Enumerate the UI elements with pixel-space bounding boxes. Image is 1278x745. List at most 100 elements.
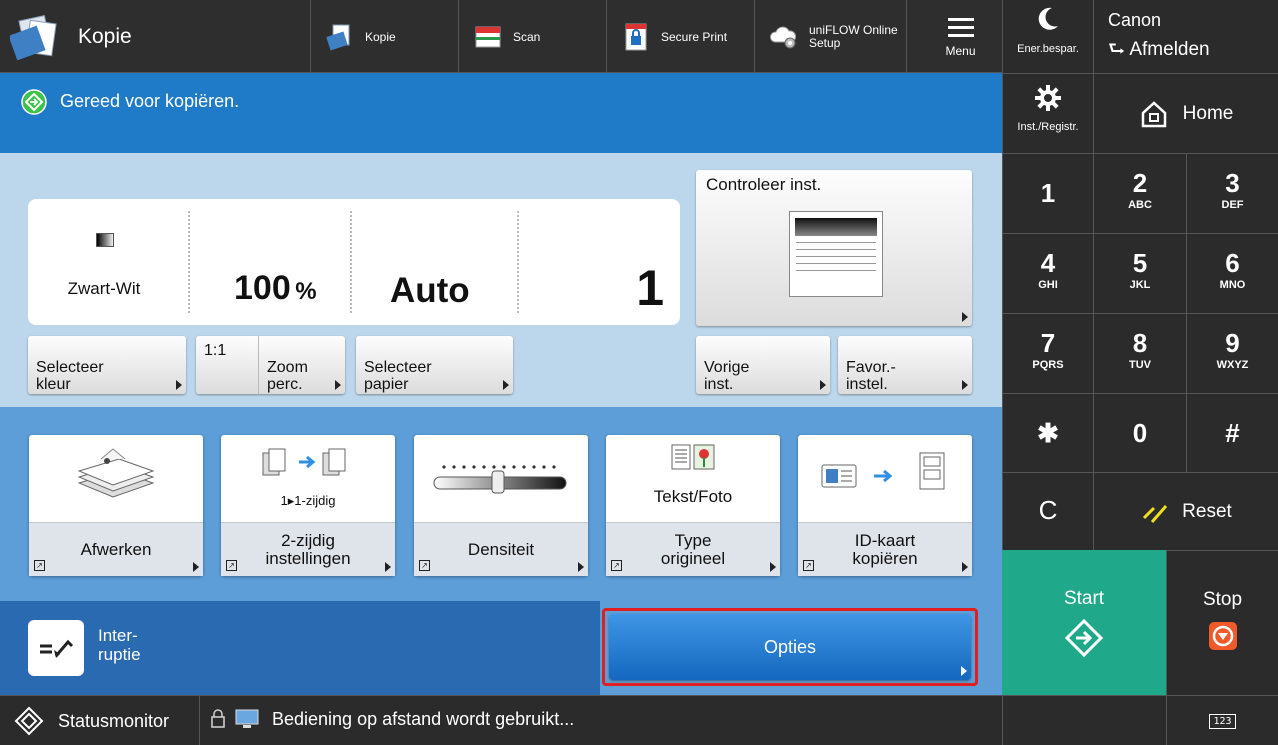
energy-saver-label: Ener.bespar. xyxy=(1017,43,1079,55)
shortcut-scan[interactable]: Scan xyxy=(458,0,606,73)
shortcut-secure-print-label: Secure Print xyxy=(661,29,728,44)
user-name: Canon xyxy=(1108,10,1162,30)
home-button[interactable]: Home xyxy=(1093,73,1278,153)
cloud-settings-icon xyxy=(769,26,797,48)
shortcut-secure-print[interactable]: Secure Print xyxy=(606,0,754,73)
copy-icon xyxy=(326,24,350,50)
bw-gradient-icon xyxy=(96,233,114,247)
keypad-key[interactable]: ✱ xyxy=(1002,393,1093,472)
remote-monitor-icon xyxy=(235,709,259,728)
status-monitor-icon xyxy=(14,706,44,736)
zoom-ratio-label: Zoom perc. xyxy=(267,359,308,393)
energy-saver-button[interactable]: Ener.bespar. xyxy=(1002,0,1093,73)
clear-button[interactable]: C xyxy=(1002,472,1093,550)
keypad-key[interactable]: 3 DEF xyxy=(1186,153,1278,233)
id-card-copy-button[interactable]: ID-kaart kopiëren ↗ xyxy=(798,435,972,576)
status-monitor-button[interactable]: Statusmonitor xyxy=(0,696,200,745)
interrupt-label: Inter- ruptie xyxy=(98,626,141,664)
select-paper-label: Selecteer papier xyxy=(364,359,432,393)
settings-summary: Zwart-Wit 100 % Auto 1 xyxy=(28,199,680,325)
chevron-right-icon xyxy=(335,380,341,390)
original-type-label: Type origineel xyxy=(660,530,726,568)
zoom-value: 100 % xyxy=(234,269,317,308)
logout-label: Afmelden xyxy=(1129,39,1210,60)
app-title: Kopie xyxy=(78,24,132,48)
user-logout-area[interactable]: Canon ⮑ Afmelden xyxy=(1093,0,1278,73)
interrupt-button[interactable]: Inter- ruptie xyxy=(28,620,168,676)
keypad-key-digit: 5 xyxy=(1132,248,1148,278)
one-to-one-button[interactable]: 1:1 xyxy=(196,336,259,394)
app-title-area: Kopie xyxy=(0,0,310,73)
keypad-key[interactable]: 2 ABC xyxy=(1093,153,1186,233)
id-card-copy-label-area: ID-kaart kopiëren xyxy=(798,522,972,576)
keypad-key[interactable]: 6 MNO xyxy=(1186,233,1278,313)
stop-button[interactable]: Stop xyxy=(1166,550,1278,695)
density-button[interactable]: Densiteit ↗ xyxy=(414,435,588,576)
settings-registration-label: Inst./Registr. xyxy=(1017,121,1079,133)
keypad-key-letters: WXYZ xyxy=(1216,359,1249,371)
start-button[interactable]: Start xyxy=(1002,550,1166,695)
reset-button[interactable]: Reset xyxy=(1093,472,1278,550)
top-bar: Kopie Kopie Scan Secure Print uniFLOW On… xyxy=(0,0,1002,73)
remote-status: Bediening op afstand wordt gebruikt... xyxy=(210,708,574,730)
keypad-key[interactable]: 0 xyxy=(1093,393,1186,472)
keypad-key[interactable]: # xyxy=(1186,393,1278,472)
settings-registration-button[interactable]: Inst./Registr. xyxy=(1002,73,1093,153)
start-icon xyxy=(1064,618,1104,658)
keypad-key[interactable]: 4 GHI xyxy=(1002,233,1093,313)
keypad-key[interactable]: 5 JKL xyxy=(1093,233,1186,313)
uniflow-label-line1: uniFLOW Online xyxy=(809,22,898,37)
two-sided-current: 1▸1-zijdig xyxy=(280,493,336,508)
one-to-one-label: 1:1 xyxy=(204,342,227,359)
preview-page-icon xyxy=(789,211,883,297)
chevron-right-icon xyxy=(962,312,968,322)
keypad-key-digit: 4 xyxy=(1040,248,1056,278)
shortcut-copy-label: Kopie xyxy=(365,29,396,44)
finishing-button[interactable]: Afwerken ↗ xyxy=(29,435,203,576)
chevron-right-icon xyxy=(176,380,182,390)
gear-icon xyxy=(1035,85,1061,111)
summary-divider xyxy=(517,211,519,313)
copy-app-icon xyxy=(10,14,57,60)
keypad-key-digit: 6 xyxy=(1225,248,1240,278)
clear-label: C xyxy=(1038,495,1058,525)
previous-settings-button[interactable]: Vorige inst. xyxy=(696,336,830,394)
two-sided-label: 2-zijdig instellingen xyxy=(265,530,351,568)
zoom-unit: % xyxy=(295,278,317,305)
keypad-key-digit: 8 xyxy=(1132,328,1148,358)
logout-icon: ⮑ xyxy=(1108,39,1126,60)
favorite-settings-button[interactable]: Favor.- instel. xyxy=(838,336,972,394)
reset-icon xyxy=(1143,504,1168,523)
id-card-copy-icon xyxy=(821,452,945,490)
remote-status-message: Bediening op afstand wordt gebruikt... xyxy=(272,708,575,729)
keypad-key[interactable]: 9 WXYZ xyxy=(1186,313,1278,393)
status-monitor-label: Statusmonitor xyxy=(58,710,170,731)
reset-label: Reset xyxy=(1182,500,1232,522)
original-type-button[interactable]: Tekst/Foto Type origineel ↗ xyxy=(606,435,780,576)
paper-value: Auto xyxy=(390,271,470,310)
two-sided-button[interactable]: 1▸1-zijdig 2-zijdig instellingen ↗ xyxy=(221,435,395,576)
check-settings-button[interactable]: Controleer inst. xyxy=(696,170,972,326)
density-slider-icon xyxy=(433,465,567,494)
select-color-button[interactable]: Selecteer kleur xyxy=(28,336,186,394)
keypad-key-letters: JKL xyxy=(1129,279,1151,291)
zoom-ratio-button[interactable]: Zoom perc. xyxy=(259,336,345,394)
select-paper-button[interactable]: Selecteer papier xyxy=(356,336,513,394)
color-mode-value: Zwart-Wit xyxy=(67,279,141,298)
shortcut-copy[interactable]: Kopie xyxy=(310,0,458,73)
menu-button[interactable]: Menu xyxy=(906,0,1002,73)
chevron-right-icon xyxy=(820,380,826,390)
options-label: Opties xyxy=(763,636,817,657)
keypad-key[interactable]: 8 TUV xyxy=(1093,313,1186,393)
density-label-area: Densiteit xyxy=(414,522,588,576)
keypad-key-letters: ABC xyxy=(1128,199,1152,211)
keyboard-button[interactable]: 123 xyxy=(1166,696,1278,745)
keypad-key-digit: 9 xyxy=(1225,328,1240,358)
keypad-key[interactable]: 1 xyxy=(1002,153,1093,233)
bottom-bar: Statusmonitor Bediening op afstand wordt… xyxy=(0,695,1278,745)
keypad-key[interactable]: 7 PQRS xyxy=(1002,313,1093,393)
shortcut-uniflow-setup[interactable]: uniFLOW Online Setup xyxy=(754,0,906,73)
options-button[interactable]: Opties xyxy=(609,614,971,680)
logout-button[interactable]: ⮑ Afmelden xyxy=(1108,35,1278,67)
keypad-key-digit: ✱ xyxy=(1037,418,1059,448)
